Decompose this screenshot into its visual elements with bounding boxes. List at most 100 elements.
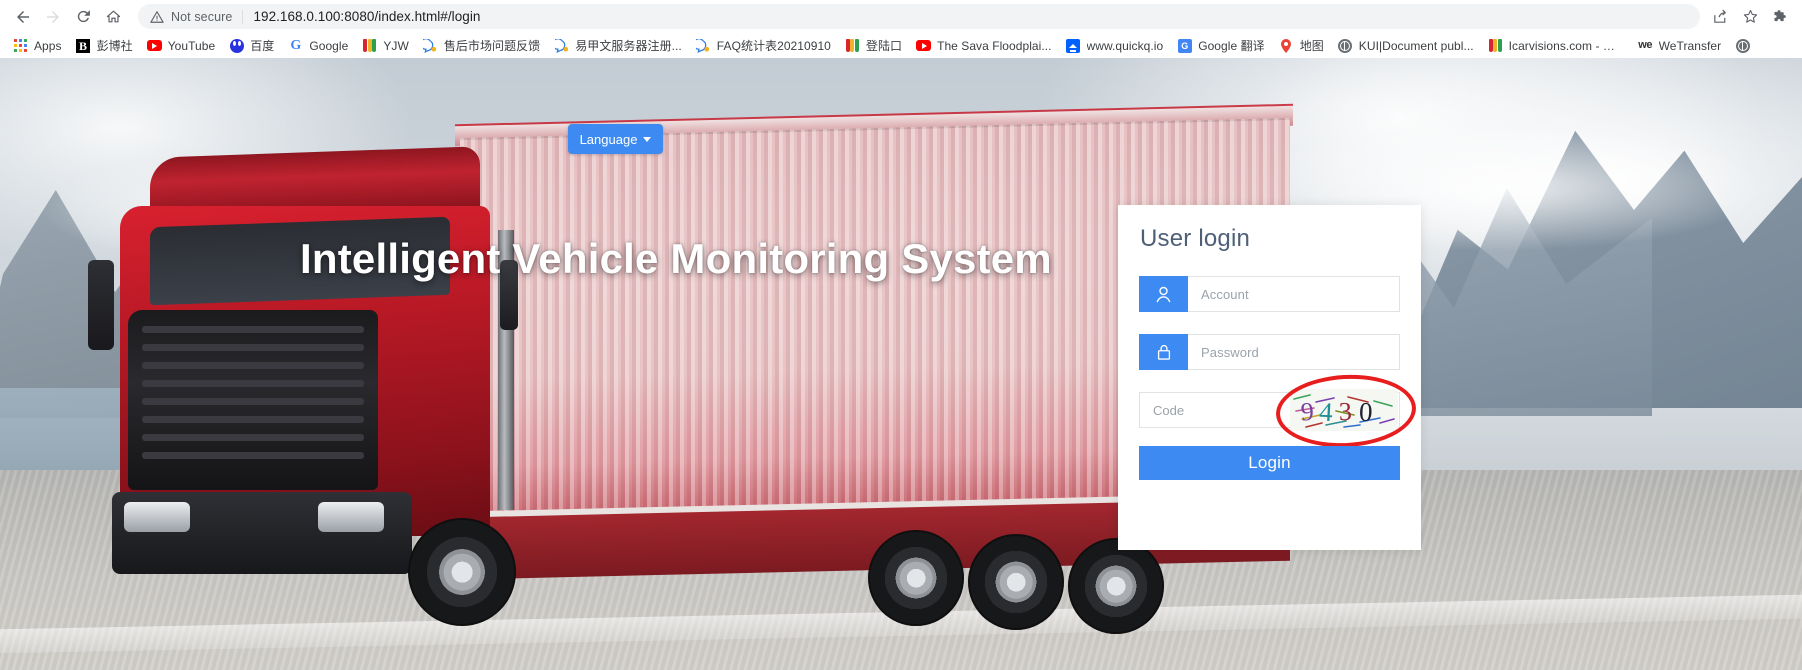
svg-text:3: 3 xyxy=(1338,397,1352,426)
bookmark-label: www.quickq.io xyxy=(1086,38,1164,53)
hero-background-image: Intelligent Vehicle Monitoring System La… xyxy=(0,58,1802,670)
wheel-trailer-3 xyxy=(1068,538,1164,634)
shield-stripes-icon xyxy=(1488,38,1503,53)
bookmarks-bar: Apps B 彭博社 YouTube 百度 G Google YJW 售后市场问… xyxy=(0,33,1802,58)
google-g-icon: G xyxy=(290,37,302,53)
bookmark-label: Google 翻译 xyxy=(1198,39,1265,53)
bookmark-kui-document[interactable]: KUI|Document publ... xyxy=(1331,35,1481,56)
svg-text:4: 4 xyxy=(1318,397,1334,428)
cab-grille xyxy=(128,310,378,490)
bookmark-bloomberg[interactable]: B 彭博社 xyxy=(69,35,140,56)
globe-icon xyxy=(1735,38,1750,53)
bookmark-sava-floodplain[interactable]: The Sava Floodplai... xyxy=(909,35,1058,56)
quark-speech-icon xyxy=(554,38,569,53)
back-button[interactable] xyxy=(8,2,38,32)
bookmark-baidu[interactable]: 百度 xyxy=(222,35,281,56)
bookmark-google[interactable]: G Google xyxy=(281,35,355,56)
bookmark-apps[interactable]: Apps xyxy=(6,35,69,56)
wheel-cab xyxy=(408,518,516,626)
bookmark-label: 登陆口 xyxy=(865,39,903,53)
bookmark-yijiawen-server[interactable]: 易甲文服务器注册... xyxy=(547,35,689,56)
bookmark-aftermarket-feedback[interactable]: 售后市场问题反馈 xyxy=(416,35,547,56)
toolbar-actions xyxy=(1706,3,1794,31)
login-page: Intelligent Vehicle Monitoring System La… xyxy=(0,58,1802,670)
bookmark-label: Apps xyxy=(34,38,62,53)
bookmark-yjw[interactable]: YJW xyxy=(355,35,415,56)
svg-text:0: 0 xyxy=(1359,397,1374,427)
headlight-right xyxy=(318,502,384,532)
cab-windshield xyxy=(150,216,450,306)
star-icon xyxy=(1743,9,1757,23)
extensions-button[interactable] xyxy=(1766,3,1794,31)
bookmark-quickq[interactable]: www.quickq.io xyxy=(1059,35,1171,56)
shield-stripes-icon xyxy=(362,38,377,53)
bookmark-label: Google xyxy=(309,38,349,53)
bookmark-wetransfer[interactable]: we WeTransfer xyxy=(1631,35,1729,56)
lock-icon xyxy=(1139,334,1188,370)
bookmark-label: WeTransfer xyxy=(1658,38,1722,53)
omnibox-divider xyxy=(242,9,244,24)
google-maps-pin-icon xyxy=(1279,38,1294,53)
bookmark-label: 百度 xyxy=(250,39,275,53)
youtube-icon xyxy=(146,38,162,53)
shield-stripes-icon xyxy=(845,38,860,53)
account-placeholder: Account xyxy=(1201,286,1249,302)
user-icon xyxy=(1139,276,1188,312)
bookmark-label: 彭博社 xyxy=(96,39,133,53)
bookmark-youtube[interactable]: YouTube xyxy=(140,35,223,56)
chevron-down-icon xyxy=(643,136,652,142)
url-text: 192.168.0.100:8080/index.html#/login xyxy=(253,9,481,24)
account-field-group: Account xyxy=(1139,276,1400,312)
share-button[interactable] xyxy=(1706,3,1734,31)
login-button-label: Login xyxy=(1248,453,1291,472)
bookmark-google-translate[interactable]: G Google 翻译 xyxy=(1170,35,1271,56)
bookmark-label: 售后市场问题反馈 xyxy=(443,39,541,53)
bookmark-login-portal[interactable]: 登陆口 xyxy=(838,35,909,56)
address-bar[interactable]: Not secure 192.168.0.100:8080/index.html… xyxy=(138,4,1700,29)
baidu-icon xyxy=(229,38,244,53)
bookmark-faq-stats[interactable]: FAQ统计表20210910 xyxy=(689,35,838,56)
side-mirror-right xyxy=(500,260,518,330)
not-secure-warning-icon xyxy=(150,10,164,23)
home-icon xyxy=(106,10,120,23)
bookmark-label: 地图 xyxy=(1299,39,1324,53)
login-card: User login Account Password Code 9 4 3 0… xyxy=(1118,205,1421,550)
browser-window: Not secure 192.168.0.100:8080/index.html… xyxy=(0,0,1802,670)
bookmark-label: The Sava Floodplai... xyxy=(937,38,1052,53)
bookmark-label: 易甲文服务器注册... xyxy=(575,39,682,53)
share-icon xyxy=(1713,9,1726,23)
side-mirror-left xyxy=(88,260,114,350)
language-button[interactable]: Language xyxy=(568,124,663,154)
bookmark-label: YJW xyxy=(383,38,409,53)
login-heading: User login xyxy=(1140,225,1251,252)
bookmark-star-button[interactable] xyxy=(1736,3,1764,31)
home-button[interactable] xyxy=(98,2,128,32)
bookmark-overflow[interactable] xyxy=(1728,35,1763,56)
svg-text:9: 9 xyxy=(1300,397,1315,427)
back-arrow-icon xyxy=(17,10,29,23)
bookmark-label: FAQ统计表20210910 xyxy=(716,39,831,53)
password-input[interactable]: Password xyxy=(1188,334,1400,370)
bookmark-label: YouTube xyxy=(167,38,216,53)
login-button[interactable]: Login xyxy=(1139,446,1400,480)
code-placeholder: Code xyxy=(1153,402,1185,418)
account-input[interactable]: Account xyxy=(1188,276,1400,312)
truck-illustration xyxy=(0,103,1300,670)
quickq-icon xyxy=(1066,38,1081,53)
security-status-text: Not secure xyxy=(171,9,233,24)
password-field-group: Password xyxy=(1139,334,1400,370)
globe-icon xyxy=(1338,38,1353,53)
quark-speech-icon xyxy=(423,38,438,53)
bookmark-maps[interactable]: 地图 xyxy=(1272,35,1331,56)
reload-button[interactable] xyxy=(68,2,98,32)
browser-toolbar: Not secure 192.168.0.100:8080/index.html… xyxy=(0,0,1802,33)
wetransfer-icon: we xyxy=(1638,39,1652,51)
apps-grid-icon xyxy=(13,38,28,53)
bloomberg-b-icon: B xyxy=(76,38,91,53)
forward-button[interactable] xyxy=(38,2,68,32)
language-button-label: Language xyxy=(579,131,638,147)
headlight-left xyxy=(124,502,190,532)
captcha-image[interactable]: 9 4 3 0 xyxy=(1290,389,1398,431)
bookmark-icarvisions[interactable]: Icarvisions.com - 后... xyxy=(1481,35,1631,56)
password-placeholder: Password xyxy=(1201,344,1259,360)
